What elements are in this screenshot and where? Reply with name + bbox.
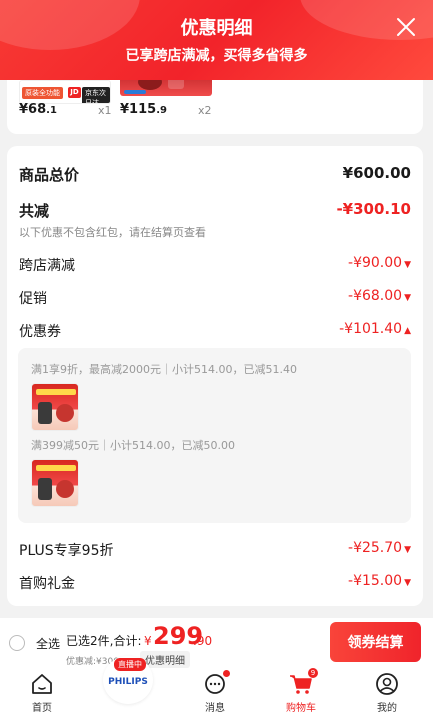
tab-home[interactable]: 首页 <box>12 666 72 716</box>
price-int: ¥115 <box>120 102 157 117</box>
tab-label: 购物车 <box>286 703 316 714</box>
chevron-up-icon: ▲ <box>404 326 411 336</box>
page-title: 优惠明细 <box>180 18 253 39</box>
first-buy-value: -¥15.00 <box>348 573 403 589</box>
cross-store-value-wrap: -¥90.00 ▼ <box>348 255 411 271</box>
coupon-value-wrap: -¥101.40 ▲ <box>339 321 411 337</box>
discount-note: 以下优惠不包含红包，请在结算页查看 <box>19 226 206 239</box>
cross-store-label: 跨店满减 <box>19 258 75 274</box>
product-tag: 原装全功能 <box>22 87 63 99</box>
total-discount-label: 共减 <box>19 202 50 220</box>
plus-discount-value-wrap: -¥25.70 ▼ <box>348 540 411 556</box>
chevron-down-icon: ▼ <box>404 578 411 588</box>
price-dec: .1 <box>46 105 57 116</box>
first-buy-label: 首购礼金 <box>19 576 75 592</box>
product-thumbnail-1[interactable]: 原装全功能 JD 京东次日达 <box>19 80 111 104</box>
price-dec: .9 <box>156 105 167 116</box>
product-image-icon <box>38 402 52 424</box>
coupon-product-image[interactable] <box>31 459 79 507</box>
checkout-button[interactable]: 领券结算 <box>330 622 421 662</box>
first-buy-value-wrap: -¥15.00 ▼ <box>348 573 411 589</box>
plus-discount-label: PLUS专享95折 <box>19 543 114 559</box>
close-icon[interactable] <box>395 16 417 38</box>
total-price-label: 商品总价 <box>19 166 80 184</box>
promotion-value-wrap: -¥68.00 ▼ <box>348 288 411 304</box>
tab-cart[interactable]: 9 购物车 <box>271 666 331 716</box>
delivery-tag: 京东次日达 <box>82 87 110 103</box>
total-discount-value: -¥300.10 <box>336 200 411 218</box>
product-image-icon <box>56 480 74 498</box>
item-qty-1: x1 <box>98 104 112 117</box>
live-badge: 直播中 <box>114 658 146 671</box>
profile-icon <box>376 673 398 695</box>
checkout-bar: 全选 已选2件,合计: ¥ 299 .90 优惠减:¥300.10 优惠明细 领… <box>0 618 433 725</box>
tab-label: 消息 <box>205 703 225 714</box>
discount-detail-card: 商品总价 ¥600.00 共减 -¥300.10 以下优惠不包含红包，请在结算页… <box>7 146 423 606</box>
chevron-down-icon: ▼ <box>404 260 411 270</box>
coupon-detail-box: 满1享9折，最高减2000元｜小计514.00，已减51.40 满399减50元… <box>18 348 411 523</box>
product-image-icon <box>36 465 76 471</box>
item-price-1: ¥68.1 <box>19 102 57 117</box>
page-subtitle: 已享跨店满减，买得多省得多 <box>125 48 308 64</box>
coupon-desc-2: 满399减50元｜小计514.00，已减50.00 <box>31 439 235 452</box>
coupon-label: 优惠券 <box>19 324 61 340</box>
total-currency: ¥ <box>144 634 152 648</box>
promotion-value: -¥68.00 <box>348 288 403 304</box>
tab-label: 首页 <box>32 703 52 714</box>
total-price-value: ¥600.00 <box>342 164 411 182</box>
jd-logo-icon: JD <box>68 87 81 98</box>
cart-count-badge: 9 <box>308 668 318 678</box>
tab-label: 我的 <box>377 703 397 714</box>
select-all-label[interactable]: 全选 <box>36 635 60 652</box>
selected-count: 已选2件,合计: <box>66 634 142 648</box>
discount-detail-header: 优惠明细 已享跨店满减，买得多省得多 <box>0 0 433 80</box>
coupon-value: -¥101.40 <box>339 321 403 337</box>
coupon-product-image[interactable] <box>31 383 79 431</box>
tab-profile[interactable]: 我的 <box>357 666 417 716</box>
chevron-down-icon: ▼ <box>404 545 411 555</box>
home-icon <box>32 674 52 694</box>
select-all-radio[interactable] <box>9 635 25 651</box>
product-image-icon <box>36 389 76 395</box>
tab-messages[interactable]: 消息 <box>185 666 245 716</box>
item-qty-2: x2 <box>198 104 212 117</box>
philips-logo: PHILIPS <box>108 677 148 687</box>
chevron-down-icon: ▼ <box>404 293 411 303</box>
item-price-2: ¥115.9 <box>120 102 167 117</box>
promotion-label: 促销 <box>19 291 47 307</box>
tab-live[interactable]: 直播中 PHILIPS <box>103 656 153 704</box>
coupon-desc-1: 满1享9折，最高减2000元｜小计514.00，已减51.40 <box>31 363 297 376</box>
product-image-icon <box>56 404 74 422</box>
total-decimal: .90 <box>193 634 213 648</box>
bottom-tab-bar: 首页 直播中 PHILIPS 消息 9 购物车 我的 <box>0 656 433 725</box>
cross-store-value: -¥90.00 <box>348 255 403 271</box>
message-dot-badge <box>223 670 230 677</box>
price-int: ¥68 <box>19 102 47 117</box>
product-image-icon <box>38 478 52 500</box>
plus-discount-value: -¥25.70 <box>348 540 403 556</box>
